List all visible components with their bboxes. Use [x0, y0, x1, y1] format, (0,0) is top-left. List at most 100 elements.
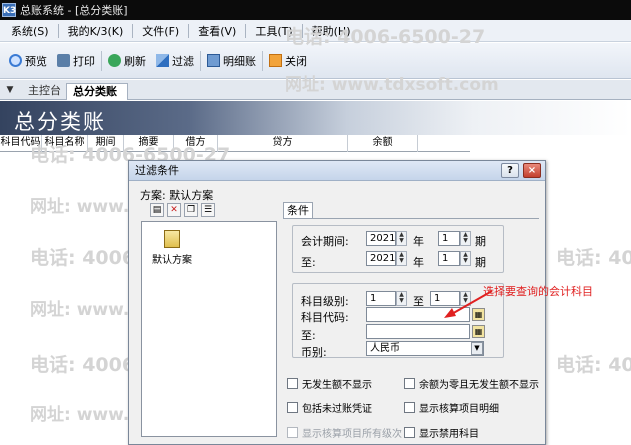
- menu-separator: [188, 23, 190, 38]
- checkbox-show-all-item-levels: 显示核算项目所有级次: [287, 425, 402, 440]
- close-button[interactable]: 关闭: [264, 49, 312, 73]
- toolbar-separator: [262, 50, 263, 71]
- checkbox-include-unposted[interactable]: 包括未过账凭证: [287, 400, 372, 415]
- year-from-spinner[interactable]: ▲ ▼: [396, 231, 407, 246]
- watermark-phone: 电话: 4006-6500-27: [556, 354, 631, 376]
- period-label: 会计期间:: [301, 235, 349, 248]
- year-to-spinner[interactable]: ▲ ▼: [396, 251, 407, 266]
- scheme-settings-icon[interactable]: ☰: [201, 203, 215, 217]
- period-to-label: 至:: [301, 256, 316, 269]
- tab-main-console[interactable]: 主控台: [22, 83, 70, 100]
- year-unit-label: 年: [413, 256, 424, 269]
- checkbox-label: 无发生额不显示: [302, 380, 372, 391]
- tab-divider: [283, 218, 539, 219]
- menu-view[interactable]: 查看(V): [191, 23, 243, 39]
- detail-ledger-icon: [207, 54, 220, 67]
- tab-conditions[interactable]: 条件: [283, 202, 313, 219]
- dialog-title-bar: 过滤条件 ? ×: [129, 161, 545, 181]
- account-code-to-input[interactable]: [366, 324, 470, 339]
- scheme-toolbar: ▤ ✕ ❐ ☰: [150, 203, 228, 220]
- dialog-close-icon[interactable]: ×: [523, 163, 541, 178]
- year-to-input[interactable]: 2021: [366, 251, 396, 266]
- preview-label: 预览: [25, 54, 47, 68]
- chevron-down-icon[interactable]: ▼: [471, 342, 483, 355]
- level-from-input[interactable]: 1: [366, 291, 396, 306]
- print-label: 打印: [73, 54, 95, 68]
- tab-general-ledger[interactable]: 总分类账×: [66, 83, 128, 114]
- help-icon[interactable]: ?: [501, 163, 519, 178]
- level-from-spinner[interactable]: ▲ ▼: [396, 291, 407, 306]
- close-label: 关闭: [285, 54, 307, 68]
- filter-button[interactable]: 过滤: [151, 49, 199, 73]
- currency-select[interactable]: 人民币: [366, 341, 484, 356]
- print-icon: [57, 54, 70, 67]
- app-icon: K3: [2, 3, 16, 17]
- filter-label: 过滤: [172, 54, 194, 68]
- menu-system[interactable]: 系统(S): [4, 23, 56, 39]
- toolbar-separator: [101, 50, 102, 71]
- report-banner: 总分类账: [0, 101, 631, 135]
- detail-ledger-button[interactable]: 明细账: [202, 49, 261, 73]
- print-button[interactable]: 打印: [52, 49, 100, 73]
- period-to-input[interactable]: 1: [438, 251, 460, 266]
- watermark-phone: 电话: 4006-6500-27: [556, 247, 631, 269]
- preview-button[interactable]: 预览: [4, 49, 52, 73]
- title-bar: K3 总账系统 - [总分类账]: [0, 0, 631, 20]
- period-from-input[interactable]: 1: [438, 231, 460, 246]
- checkbox-box: [287, 427, 298, 438]
- checkbox-box[interactable]: [404, 427, 415, 438]
- period-unit-label: 期: [475, 256, 486, 269]
- menu-separator: [132, 23, 134, 38]
- filter-icon: [156, 54, 169, 67]
- report-title: 总分类账: [14, 110, 106, 134]
- checkbox-label: 显示核算项目所有级次: [302, 429, 402, 440]
- currency-label: 币别:: [301, 346, 327, 359]
- account-code-label: 科目代码:: [301, 311, 349, 324]
- checkbox-hide-zero-balance[interactable]: 余额为零且无发生额不显示: [404, 376, 539, 391]
- checkbox-label: 余额为零且无发生额不显示: [419, 380, 539, 391]
- menu-file[interactable]: 文件(F): [135, 23, 186, 39]
- account-code-to-label: 至:: [301, 329, 316, 342]
- annotation-text: 选择要查询的会计科目: [483, 285, 593, 298]
- tab-general-ledger-label: 总分类账: [73, 85, 117, 98]
- year-unit-label: 年: [413, 235, 424, 248]
- column-header-balance[interactable]: 余额: [348, 135, 418, 152]
- checkbox-show-disabled-accounts[interactable]: 显示禁用科目: [404, 425, 479, 440]
- scheme-label: 方案: 默认方案: [140, 189, 214, 202]
- year-from-input[interactable]: 2021: [366, 231, 396, 246]
- period-unit-label: 期: [475, 235, 486, 248]
- tab-list-dropdown-icon[interactable]: ▼: [2, 83, 18, 97]
- scheme-list[interactable]: 默认方案: [141, 221, 277, 437]
- refresh-label: 刷新: [124, 54, 146, 68]
- detail-ledger-label: 明细账: [223, 54, 256, 68]
- copy-scheme-icon[interactable]: ❐: [184, 203, 198, 217]
- period-from-spinner[interactable]: ▲ ▼: [460, 231, 471, 246]
- checkbox-hide-no-amount[interactable]: 无发生额不显示: [287, 376, 372, 391]
- checkbox-box[interactable]: [287, 402, 298, 413]
- account-level-label: 科目级别:: [301, 295, 349, 308]
- close-icon: [269, 54, 282, 67]
- checkbox-label: 包括未过账凭证: [302, 404, 372, 415]
- folder-icon: [164, 230, 180, 248]
- watermark-site: 网址: www.tdxsoft.com: [285, 75, 499, 95]
- column-header-credit[interactable]: 贷方: [218, 135, 348, 152]
- menu-separator: [245, 23, 247, 38]
- toolbar-separator: [200, 50, 201, 71]
- checkbox-box[interactable]: [287, 378, 298, 389]
- account-picker-icon[interactable]: ▦: [472, 325, 485, 338]
- refresh-button[interactable]: 刷新: [103, 49, 151, 73]
- scheme-item-default[interactable]: 默认方案: [152, 251, 192, 266]
- window-title: 总账系统 - [总分类账]: [20, 4, 128, 17]
- save-scheme-icon[interactable]: ▤: [150, 203, 164, 217]
- delete-scheme-icon[interactable]: ✕: [167, 203, 181, 217]
- watermark-phone: 电话: 4006-6500-27: [285, 26, 486, 48]
- refresh-icon: [108, 54, 121, 67]
- period-to-spinner[interactable]: ▲ ▼: [460, 251, 471, 266]
- checkbox-label: 显示禁用科目: [419, 429, 479, 440]
- menu-separator: [57, 23, 59, 38]
- checkbox-box[interactable]: [404, 378, 415, 389]
- preview-icon: [9, 54, 22, 67]
- checkbox-show-item-detail[interactable]: 显示核算项目明细: [404, 400, 499, 415]
- checkbox-box[interactable]: [404, 402, 415, 413]
- menu-my-k3[interactable]: 我的K/3(K): [61, 23, 131, 39]
